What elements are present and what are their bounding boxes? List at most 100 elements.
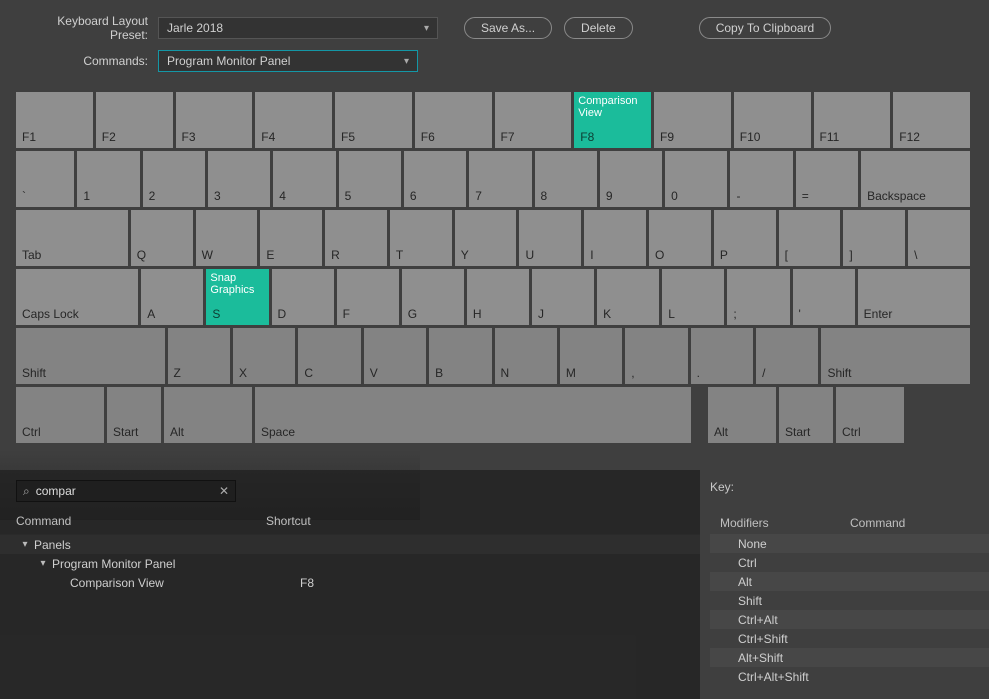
- key-label: Tab: [22, 248, 41, 262]
- key-f11[interactable]: F11: [814, 92, 891, 148]
- key-a[interactable]: A: [141, 269, 203, 325]
- commands-value: Program Monitor Panel: [167, 54, 290, 68]
- key-u[interactable]: U: [519, 210, 581, 266]
- key-y[interactable]: Y: [455, 210, 517, 266]
- key-9[interactable]: 9: [600, 151, 662, 207]
- key-alt[interactable]: Alt: [164, 387, 252, 443]
- key-g[interactable]: G: [402, 269, 464, 325]
- modifier-row[interactable]: Alt: [710, 572, 989, 591]
- key--[interactable]: [: [779, 210, 841, 266]
- key-start[interactable]: Start: [779, 387, 833, 443]
- key-f7[interactable]: F7: [495, 92, 572, 148]
- key-enter[interactable]: Enter: [858, 269, 970, 325]
- key-f2[interactable]: F2: [96, 92, 173, 148]
- key-l[interactable]: L: [662, 269, 724, 325]
- key-f4[interactable]: F4: [255, 92, 332, 148]
- key-f6[interactable]: F6: [415, 92, 492, 148]
- header-modifiers[interactable]: Modifiers: [720, 516, 850, 530]
- key-d[interactable]: D: [272, 269, 334, 325]
- save-as-button[interactable]: Save As...: [464, 17, 552, 39]
- key-f9[interactable]: F9: [654, 92, 731, 148]
- key-shift[interactable]: Shift: [16, 328, 165, 384]
- key-label: Backspace: [867, 189, 926, 203]
- header-command[interactable]: Command: [850, 516, 905, 530]
- key--[interactable]: .: [691, 328, 753, 384]
- key-space[interactable]: Space: [255, 387, 691, 443]
- key-tab[interactable]: Tab: [16, 210, 128, 266]
- key-0[interactable]: 0: [665, 151, 727, 207]
- modifier-row[interactable]: Alt+Shift: [710, 648, 989, 667]
- key--[interactable]: /: [756, 328, 818, 384]
- key-v[interactable]: V: [364, 328, 426, 384]
- header-shortcut[interactable]: Shortcut: [266, 514, 311, 528]
- commands-dropdown[interactable]: Program Monitor Panel ▾: [158, 50, 418, 72]
- key--[interactable]: ;: [727, 269, 789, 325]
- key-7[interactable]: 7: [469, 151, 531, 207]
- key--[interactable]: ]: [843, 210, 905, 266]
- key-i[interactable]: I: [584, 210, 646, 266]
- key-backspace[interactable]: Backspace: [861, 151, 970, 207]
- header-command[interactable]: Command: [16, 514, 266, 528]
- key-e[interactable]: E: [260, 210, 322, 266]
- key-2[interactable]: 2: [143, 151, 205, 207]
- modifier-row[interactable]: Ctrl+Shift: [710, 629, 989, 648]
- key-1[interactable]: 1: [77, 151, 139, 207]
- key-r[interactable]: R: [325, 210, 387, 266]
- key-p[interactable]: P: [714, 210, 776, 266]
- key-n[interactable]: N: [495, 328, 557, 384]
- key-start[interactable]: Start: [107, 387, 161, 443]
- key-z[interactable]: Z: [168, 328, 230, 384]
- key-f3[interactable]: F3: [176, 92, 253, 148]
- command-group-row[interactable]: ▾Program Monitor Panel: [0, 554, 700, 573]
- key-f8[interactable]: Comparison ViewF8: [574, 92, 651, 148]
- key-x[interactable]: X: [233, 328, 295, 384]
- key-w[interactable]: W: [196, 210, 258, 266]
- key-ctrl[interactable]: Ctrl: [836, 387, 904, 443]
- modifier-row[interactable]: Ctrl: [710, 553, 989, 572]
- twisty-icon[interactable]: ▾: [16, 539, 34, 550]
- copy-clipboard-button[interactable]: Copy To Clipboard: [699, 17, 832, 39]
- key-s[interactable]: Snap GraphicsS: [206, 269, 268, 325]
- key-f[interactable]: F: [337, 269, 399, 325]
- key-c[interactable]: C: [298, 328, 360, 384]
- command-group-row[interactable]: ▾Panels: [0, 535, 700, 554]
- key-3[interactable]: 3: [208, 151, 270, 207]
- delete-button[interactable]: Delete: [564, 17, 633, 39]
- key-t[interactable]: T: [390, 210, 452, 266]
- key-q[interactable]: Q: [131, 210, 193, 266]
- key--[interactable]: ,: [625, 328, 687, 384]
- key-f12[interactable]: F12: [893, 92, 970, 148]
- key-f1[interactable]: F1: [16, 92, 93, 148]
- twisty-icon[interactable]: ▾: [34, 558, 52, 569]
- clear-search-icon[interactable]: ✕: [219, 484, 229, 498]
- search-input[interactable]: ⌕ compar ✕: [16, 480, 236, 502]
- key--[interactable]: =: [796, 151, 858, 207]
- key-4[interactable]: 4: [273, 151, 335, 207]
- preset-dropdown[interactable]: Jarle 2018 ▾: [158, 17, 438, 39]
- modifier-row[interactable]: Shift: [710, 591, 989, 610]
- modifier-row[interactable]: Ctrl+Alt: [710, 610, 989, 629]
- command-row[interactable]: Comparison ViewF8: [0, 573, 700, 592]
- key-6[interactable]: 6: [404, 151, 466, 207]
- key-o[interactable]: O: [649, 210, 711, 266]
- key-m[interactable]: M: [560, 328, 622, 384]
- key-ctrl[interactable]: Ctrl: [16, 387, 104, 443]
- key-shift[interactable]: Shift: [821, 328, 970, 384]
- key--[interactable]: \: [908, 210, 970, 266]
- key--[interactable]: -: [730, 151, 792, 207]
- key-f10[interactable]: F10: [734, 92, 811, 148]
- key--[interactable]: ': [793, 269, 855, 325]
- key-f5[interactable]: F5: [335, 92, 412, 148]
- key-8[interactable]: 8: [535, 151, 597, 207]
- key-j[interactable]: J: [532, 269, 594, 325]
- key-alt[interactable]: Alt: [708, 387, 776, 443]
- key--[interactable]: `: [16, 151, 74, 207]
- key-5[interactable]: 5: [339, 151, 401, 207]
- key-h[interactable]: H: [467, 269, 529, 325]
- modifier-row[interactable]: Ctrl+Alt+Shift: [710, 667, 989, 686]
- modifier-row[interactable]: None: [710, 534, 989, 553]
- key-caps-lock[interactable]: Caps Lock: [16, 269, 138, 325]
- key-label: ]: [849, 248, 852, 262]
- key-k[interactable]: K: [597, 269, 659, 325]
- key-b[interactable]: B: [429, 328, 491, 384]
